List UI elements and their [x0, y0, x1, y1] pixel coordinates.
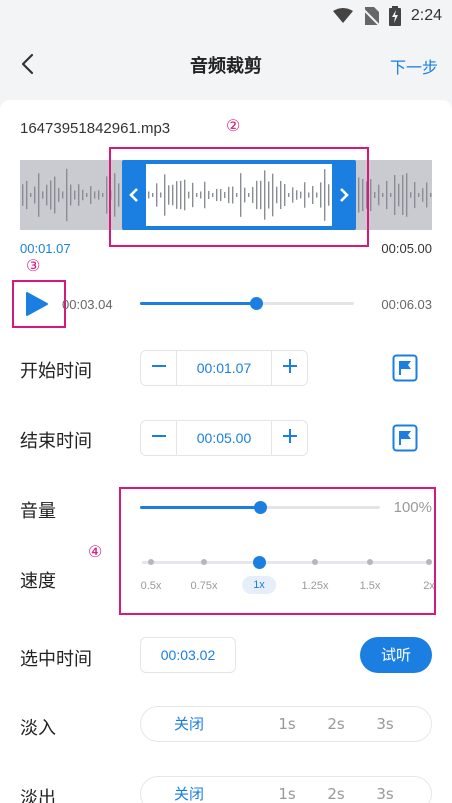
- selection-end-time: 00:05.00: [381, 241, 432, 256]
- status-bar: 2:24: [0, 0, 452, 32]
- start-time-plus-button[interactable]: [271, 351, 307, 385]
- end-time-label: 结束时间: [20, 431, 92, 452]
- fade-in-option[interactable]: 关闭: [174, 707, 204, 741]
- flag-icon[interactable]: [392, 354, 418, 382]
- battery-charging-icon: [388, 6, 401, 26]
- playback-progress-slider[interactable]: [140, 297, 354, 310]
- playback-progress-thumb[interactable]: [249, 297, 263, 310]
- fade-in-option[interactable]: 3s: [376, 707, 393, 741]
- volume-label: 音量: [20, 501, 56, 522]
- speed-tick[interactable]: [312, 559, 318, 565]
- file-name: 16473951842961.mp3: [20, 120, 171, 137]
- volume-slider[interactable]: [140, 501, 380, 514]
- speed-tick[interactable]: [201, 559, 207, 565]
- page-title: 音频裁剪: [190, 56, 262, 77]
- speed-tick[interactable]: [148, 559, 154, 565]
- wifi-icon: [332, 8, 353, 23]
- fade-in-option[interactable]: 1s: [278, 707, 295, 741]
- selected-time-label: 选中时间: [20, 649, 92, 670]
- header: 音频裁剪 下一步: [0, 32, 452, 96]
- minus-icon: [151, 435, 166, 437]
- speed-option[interactable]: 1x: [242, 576, 276, 594]
- preview-button[interactable]: 试听: [360, 637, 432, 673]
- start-time-value[interactable]: 00:01.07: [177, 351, 271, 385]
- plus-icon: [282, 359, 297, 373]
- annotation-3: ③: [26, 256, 41, 275]
- end-time-minus-button[interactable]: [141, 421, 177, 455]
- start-time-stepper: 00:01.07: [140, 350, 308, 386]
- fade-in-option[interactable]: 2s: [327, 707, 344, 741]
- volume-thumb[interactable]: [254, 501, 267, 514]
- annotation-2: ②: [226, 116, 241, 135]
- annotation-2-box: [109, 147, 369, 247]
- status-icons: 2:24: [332, 6, 442, 26]
- end-time-plus-button[interactable]: [271, 421, 307, 455]
- fade-out-option[interactable]: 2s: [327, 777, 344, 803]
- playback-progress-fill: [140, 302, 256, 305]
- fade-out-option[interactable]: 关闭: [174, 777, 204, 803]
- selection-start-time: 00:01.07: [20, 241, 71, 256]
- no-sim-icon: [362, 7, 379, 25]
- speed-option[interactable]: 0.75x: [191, 580, 218, 592]
- speed-option[interactable]: 0.5x: [141, 580, 162, 592]
- speed-option[interactable]: 2x: [423, 580, 435, 592]
- back-icon[interactable]: [14, 50, 42, 78]
- volume-value: 100%: [393, 499, 432, 516]
- play-icon[interactable]: [22, 290, 50, 318]
- end-time-stepper: 00:05.00: [140, 420, 308, 456]
- speed-slider-track[interactable]: [142, 561, 432, 564]
- playback-total-time: 00:06.03: [381, 297, 432, 312]
- start-time-minus-button[interactable]: [141, 351, 177, 385]
- end-time-value[interactable]: 00:05.00: [177, 421, 271, 455]
- fade-out-label: 淡出: [20, 788, 56, 803]
- plus-icon: [282, 429, 297, 443]
- selected-time-value: 00:03.02: [140, 637, 236, 673]
- fade-out-selector: 关闭 1s 2s 3s: [140, 776, 432, 803]
- speed-option[interactable]: 1.25x: [302, 580, 329, 592]
- minus-icon: [151, 365, 166, 367]
- status-time: 2:24: [410, 7, 442, 24]
- fade-in-label: 淡入: [20, 718, 56, 739]
- annotation-4: ④: [88, 542, 103, 561]
- speed-tick[interactable]: [367, 559, 373, 565]
- speed-label: 速度: [20, 571, 56, 592]
- fade-out-option[interactable]: 3s: [376, 777, 393, 803]
- fade-in-selector: 关闭 1s 2s 3s: [140, 706, 432, 742]
- speed-tick[interactable]: [426, 559, 432, 565]
- next-step-button[interactable]: 下一步: [390, 54, 438, 78]
- fade-out-option[interactable]: 1s: [278, 777, 295, 803]
- speed-option[interactable]: 1.5x: [360, 580, 381, 592]
- start-time-label: 开始时间: [20, 361, 92, 382]
- speed-thumb[interactable]: [253, 556, 266, 569]
- flag-icon[interactable]: [392, 424, 418, 452]
- playback-current-time: 00:03.04: [62, 297, 113, 312]
- volume-fill: [140, 506, 260, 509]
